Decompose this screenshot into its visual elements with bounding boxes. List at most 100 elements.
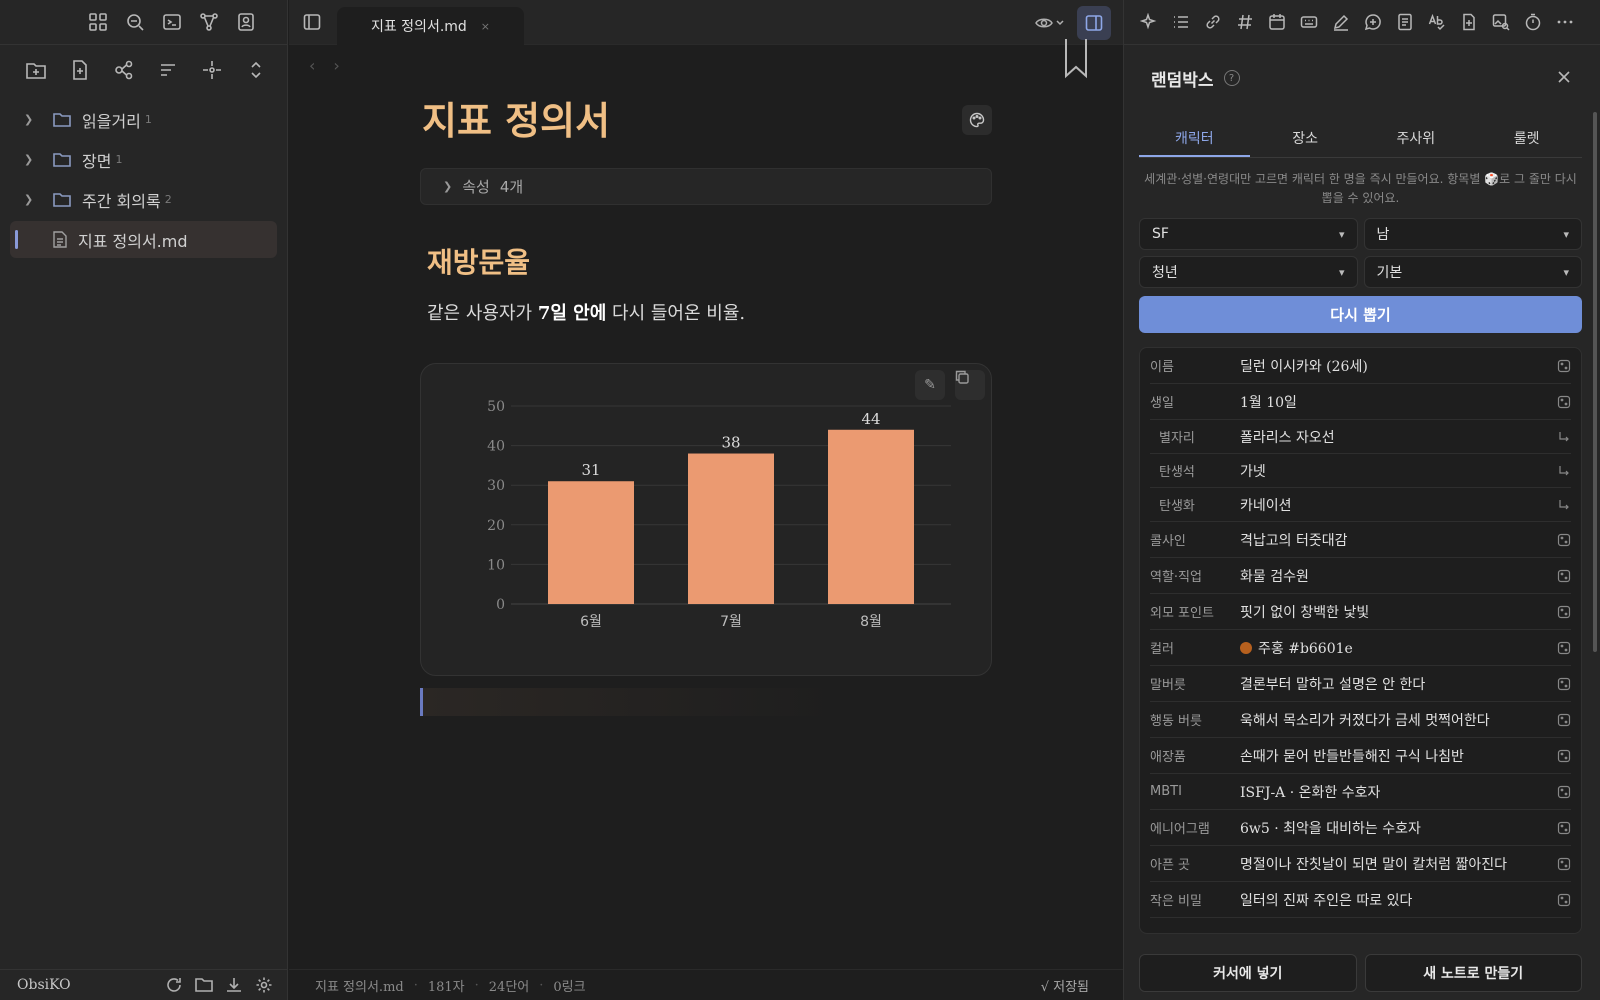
reroll-dice-icon[interactable] — [1557, 359, 1571, 373]
cursor-line[interactable] — [420, 688, 840, 716]
contact-icon[interactable] — [234, 10, 258, 34]
world-select[interactable]: SF ▾ — [1139, 218, 1358, 250]
sub-item-icon — [1557, 464, 1571, 478]
search-icon[interactable] — [123, 10, 147, 34]
palette-icon[interactable] — [962, 105, 992, 135]
reroll-dice-icon[interactable] — [1557, 713, 1571, 727]
right-sidebar-toggle-icon[interactable] — [1077, 6, 1111, 40]
grid-icon[interactable] — [86, 10, 110, 34]
data-label: 44 — [861, 410, 880, 428]
chevron-right-icon[interactable]: ❯ — [443, 180, 452, 193]
gender-select[interactable]: 남 ▾ — [1363, 218, 1582, 250]
hashtag-icon[interactable] — [1235, 12, 1255, 32]
chat-icon[interactable] — [1363, 12, 1383, 32]
pen-icon[interactable] — [1331, 12, 1351, 32]
reroll-dice-icon[interactable] — [1557, 785, 1571, 799]
page-title[interactable]: 지표 정의서 — [420, 90, 992, 150]
tab-active[interactable]: 지표 정의서.md × — [337, 7, 524, 45]
paragraph[interactable]: 같은 사용자가 7일 안에 다시 들어온 비율. — [420, 299, 992, 325]
redraw-button[interactable]: 다시 뽑기 — [1139, 296, 1582, 333]
new-folder-icon[interactable] — [23, 58, 48, 83]
terminal-icon[interactable] — [160, 10, 184, 34]
x-tick-label: 7월 — [720, 614, 742, 630]
bookmark-icon[interactable] — [1063, 38, 1089, 80]
scrollbar[interactable] — [1593, 112, 1597, 652]
attribute-value-text: 가넷 — [1240, 463, 1266, 480]
file-tree: ❯ 읽을거리 1 ❯ 장면 1 ❯ 주간 회의록 2 지표 정의서.md — [0, 93, 287, 258]
style-select[interactable]: 기본 ▾ — [1363, 256, 1582, 288]
keyboard-icon[interactable] — [1299, 12, 1319, 32]
file-item-active[interactable]: 지표 정의서.md — [10, 221, 277, 258]
folder-item[interactable]: ❯ 읽을거리 1 — [10, 101, 277, 138]
properties-collapsed[interactable]: ❯ 속성 4개 — [420, 168, 992, 205]
reroll-dice-icon[interactable] — [1557, 641, 1571, 655]
y-tick-label: 20 — [487, 518, 505, 534]
back-icon[interactable]: ‹ — [309, 56, 315, 75]
tab-place[interactable]: 장소 — [1250, 121, 1361, 157]
create-new-note-button[interactable]: 새 노트로 만들기 — [1364, 954, 1582, 992]
insert-at-cursor-button[interactable]: 커서에 넣기 — [1139, 954, 1357, 992]
attribute-key: 탄생화 — [1159, 499, 1195, 514]
sort-tree-icon[interactable] — [111, 58, 136, 83]
attribute-row: 애장품 손때가 묻어 반들반들해진 구식 나침반 — [1150, 738, 1571, 774]
character-attributes: 이름 딜런 이시카와 (26세) 생일 1월 10일 별자리 폴라리스 자오선 탄생석 가넷 탄… — [1139, 347, 1582, 934]
timer-icon[interactable] — [1523, 12, 1543, 32]
forward-icon[interactable]: › — [333, 56, 339, 75]
tab-character[interactable]: 캐릭터 — [1139, 121, 1250, 157]
reroll-dice-icon[interactable] — [1557, 893, 1571, 907]
tab-roulette[interactable]: 룰렛 — [1471, 121, 1582, 157]
file-plus-icon[interactable] — [1459, 12, 1479, 32]
help-icon[interactable]: ? — [1223, 70, 1240, 86]
calendar-icon[interactable] — [1267, 12, 1287, 32]
y-tick-label: 40 — [487, 439, 505, 455]
reroll-dice-icon[interactable] — [1557, 857, 1571, 871]
list-icon[interactable] — [1171, 12, 1191, 32]
tab-bar: 지표 정의서.md × — [289, 0, 1123, 45]
reroll-dice-icon[interactable] — [1557, 533, 1571, 547]
attribute-value: 딜런 이시카와 (26세) — [1240, 356, 1557, 376]
right-panel: 랜덤박스 ? 캐릭터 장소 주사위 룰렛 세계관·성별·연령대만 고르면 캐릭터… — [1123, 0, 1600, 1000]
more-icon[interactable] — [1555, 12, 1575, 32]
folder-count: 1 — [115, 153, 123, 166]
status-file[interactable]: 지표 정의서.md — [315, 976, 404, 995]
attribute-row: 콜사인 격납고의 터줏대감 — [1150, 522, 1571, 558]
folder-label: 주간 회의록 — [82, 191, 161, 211]
focus-icon[interactable] — [199, 58, 224, 83]
age-select[interactable]: 청년 ▾ — [1139, 256, 1358, 288]
sort-icon[interactable] — [155, 58, 180, 83]
tab-dice[interactable]: 주사위 — [1361, 121, 1472, 157]
chevron-right-icon[interactable]: ❯ — [24, 153, 48, 166]
reading-view-icon[interactable] — [1033, 12, 1067, 34]
graph-icon[interactable] — [197, 10, 221, 34]
tab-close-icon[interactable]: × — [481, 20, 490, 33]
chevron-down-icon: ▾ — [1338, 227, 1345, 241]
reroll-dice-icon[interactable] — [1557, 395, 1571, 409]
separator: · — [474, 977, 479, 993]
close-icon[interactable] — [1554, 67, 1574, 87]
left-sidebar-toggle-icon[interactable] — [301, 11, 323, 33]
spellcheck-icon[interactable] — [1427, 12, 1447, 32]
attribute-row: 탄생석 가넷 — [1150, 454, 1571, 488]
reroll-dice-icon[interactable] — [1557, 569, 1571, 583]
image-search-icon[interactable] — [1491, 12, 1511, 32]
document-icon[interactable] — [1395, 12, 1415, 32]
chevron-right-icon[interactable]: ❯ — [24, 193, 48, 206]
section-heading[interactable]: 재방문율 — [420, 241, 992, 283]
vault-name[interactable]: ObsiKO — [17, 977, 155, 993]
folder-item[interactable]: ❯ 장면 1 — [10, 141, 277, 178]
sparkle-icon[interactable] — [1139, 12, 1159, 32]
reroll-dice-icon[interactable] — [1557, 749, 1571, 763]
reroll-dice-icon[interactable] — [1557, 677, 1571, 691]
link-icon[interactable] — [1203, 12, 1223, 32]
expand-collapse-icon[interactable] — [243, 58, 268, 83]
sync-icon[interactable] — [163, 974, 185, 996]
folder-item[interactable]: ❯ 주간 회의록 2 — [10, 181, 277, 218]
new-file-icon[interactable] — [67, 58, 92, 83]
reroll-dice-icon[interactable] — [1557, 821, 1571, 835]
y-tick-label: 50 — [487, 399, 505, 415]
chevron-right-icon[interactable]: ❯ — [24, 113, 48, 126]
reroll-dice-icon[interactable] — [1557, 605, 1571, 619]
folder-open-icon[interactable] — [193, 974, 215, 996]
gear-icon[interactable] — [253, 974, 275, 996]
download-icon[interactable] — [223, 974, 245, 996]
